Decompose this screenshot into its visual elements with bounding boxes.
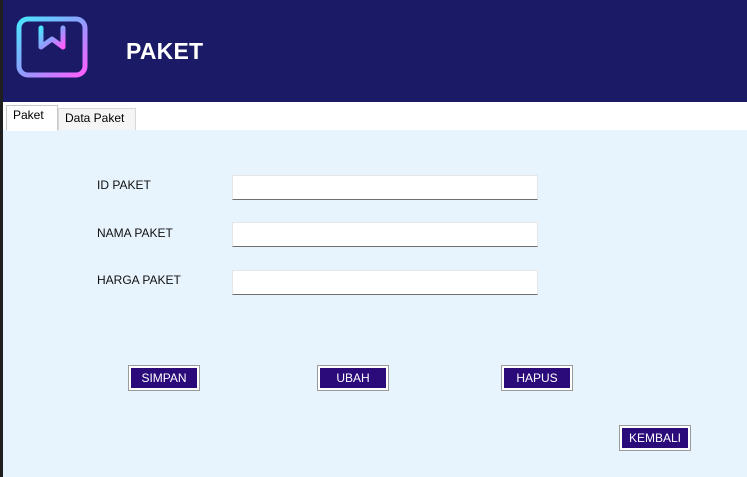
simpan-button[interactable]: SIMPAN — [129, 366, 199, 390]
page-title: PAKET — [126, 38, 204, 64]
ubah-button[interactable]: UBAH — [318, 366, 388, 390]
harga-paket-input[interactable] — [232, 270, 538, 295]
app-header: PAKET — [0, 0, 747, 102]
id-paket-label: ID PAKET — [97, 178, 151, 192]
tab-paket[interactable]: Paket — [6, 105, 58, 131]
window-left-border — [0, 0, 3, 477]
hapus-button[interactable]: HAPUS — [502, 366, 572, 390]
paket-form-panel: ID PAKET NAMA PAKET HARGA PAKET SIMPAN U… — [0, 130, 747, 477]
tab-bar: Paket Data Paket — [0, 102, 747, 131]
harga-paket-label: HARGA PAKET — [97, 273, 181, 287]
id-paket-input[interactable] — [232, 175, 538, 200]
nama-paket-input[interactable] — [232, 222, 538, 247]
package-bookmark-icon — [16, 16, 88, 78]
paket-window: PAKET Paket Data Paket ID PAKET NAMA PAK… — [0, 0, 747, 477]
kembali-button[interactable]: KEMBALI — [620, 426, 690, 450]
nama-paket-label: NAMA PAKET — [97, 226, 173, 240]
tab-data-paket[interactable]: Data Paket — [58, 108, 136, 130]
